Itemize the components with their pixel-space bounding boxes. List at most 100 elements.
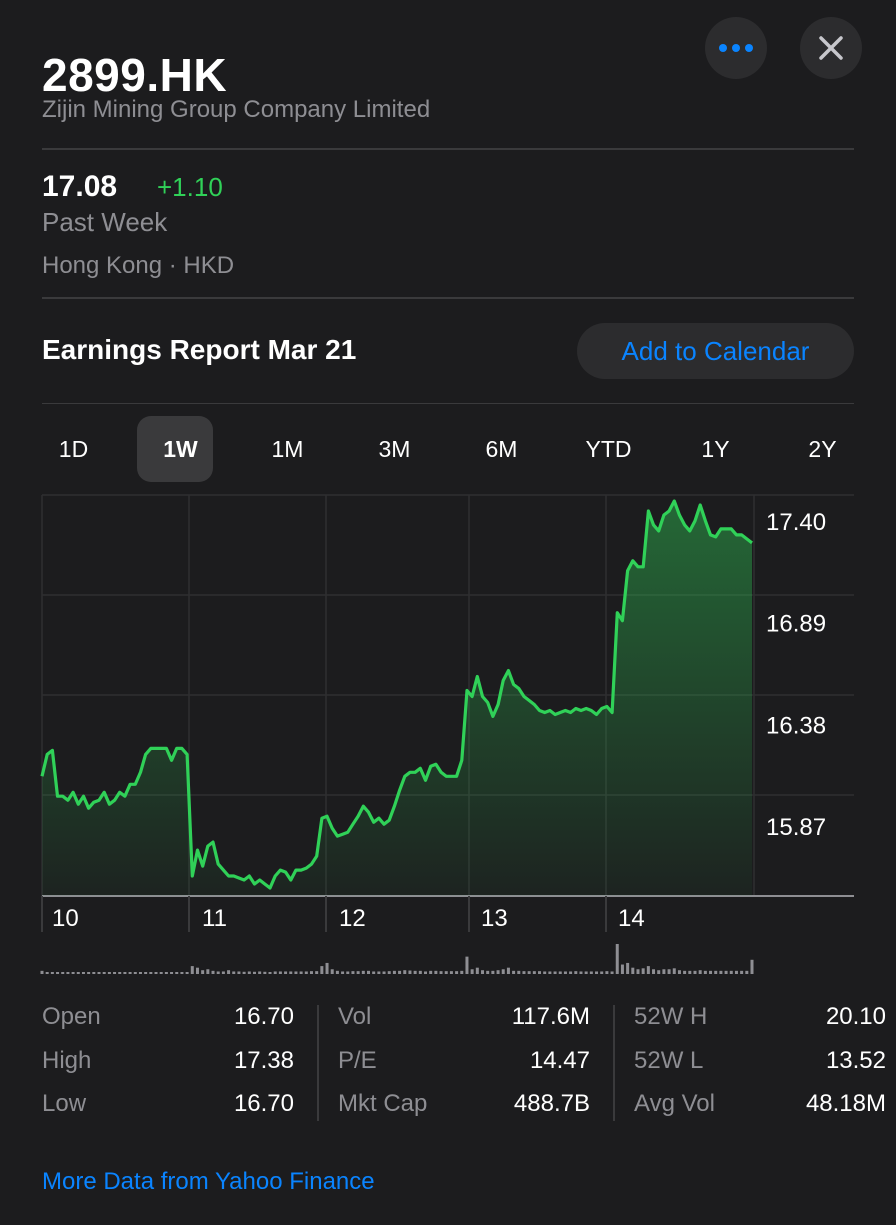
volume-bar: [589, 971, 593, 974]
volume-bar: [745, 970, 749, 974]
volume-bar: [512, 970, 516, 974]
volume-bar: [610, 971, 614, 974]
volume-bar: [579, 971, 583, 974]
volume-bar: [470, 969, 474, 974]
volume-bar: [92, 972, 96, 974]
volume-bar: [289, 971, 293, 974]
x-tick-label: 13: [481, 905, 508, 932]
volume-bar: [341, 971, 345, 974]
volume-bar: [361, 970, 365, 974]
volume-bar: [138, 972, 142, 974]
tab-3m[interactable]: 3M: [341, 416, 448, 482]
close-icon: [819, 36, 843, 60]
tab-6m[interactable]: 6M: [448, 416, 555, 482]
stat-52w-low: 52W L 13.52: [634, 1046, 886, 1074]
tab-2y[interactable]: 2Y: [769, 416, 876, 482]
volume-bar: [491, 970, 495, 974]
volume-bar: [195, 967, 199, 974]
x-tick-label: 11: [202, 905, 227, 932]
volume-bar: [97, 972, 101, 974]
volume-bar: [273, 971, 277, 974]
volume-bar: [750, 959, 754, 974]
volume-bar: [45, 972, 49, 974]
volume-bar: [595, 971, 599, 974]
x-tick-label: 10: [52, 905, 79, 932]
divider: [42, 148, 854, 150]
volume-bar: [527, 971, 531, 974]
tab-1w[interactable]: 1W: [127, 416, 234, 482]
volume-bar: [206, 969, 210, 974]
volume-bar: [439, 971, 443, 974]
volume-bar: [403, 970, 407, 974]
volume-bar: [683, 970, 687, 974]
add-to-calendar-button[interactable]: Add to Calendar: [577, 323, 854, 379]
volume-bar: [66, 972, 70, 974]
volume-bar: [309, 971, 313, 974]
volume-bar: [56, 972, 60, 974]
volume-bar: [693, 970, 697, 974]
price-area-fill: [42, 501, 752, 896]
volume-bar: [164, 972, 168, 974]
stats-column-1: Open 16.70 High 17.38 Low 16.70: [42, 1003, 294, 1134]
volume-bar: [719, 970, 723, 974]
volume-bar: [278, 971, 282, 974]
x-tick-label: 14: [618, 905, 645, 932]
volume-bar: [175, 972, 179, 974]
tab-1y[interactable]: 1Y: [662, 416, 769, 482]
volume-bar: [418, 970, 422, 974]
tab-1d[interactable]: 1D: [20, 416, 127, 482]
volume-bar: [144, 972, 148, 974]
volume-bar: [413, 970, 417, 974]
volume-bar: [724, 970, 728, 974]
volume-bar: [284, 971, 288, 974]
volume-bar: [190, 966, 194, 974]
volume-bar: [170, 972, 174, 974]
volume-bar: [247, 971, 251, 974]
tab-ytd[interactable]: YTD: [555, 416, 662, 482]
price-chart[interactable]: 17.40 16.89 16.38 15.87 10 11 12 13 14: [0, 490, 896, 980]
volume-bar: [646, 966, 650, 974]
volume-bar: [429, 970, 433, 974]
stat-high: High 17.38: [42, 1046, 294, 1074]
volume-bar: [320, 966, 324, 974]
stat-52w-high: 52W H 20.10: [634, 1003, 886, 1030]
volume-bar: [434, 970, 438, 974]
stats-separator: [317, 1005, 319, 1121]
period-label: Past Week: [42, 207, 168, 237]
volume-bar: [252, 971, 256, 974]
volume-bar: [408, 970, 412, 974]
stat-volume: Vol 117.6M: [338, 1003, 590, 1030]
stat-low: Low 16.70: [42, 1090, 294, 1117]
volume-bar: [729, 970, 733, 974]
volume-bar: [703, 970, 707, 974]
volume-bar: [657, 970, 661, 974]
volume-bar: [506, 967, 510, 974]
volume-bar: [636, 969, 640, 974]
volume-bar: [113, 972, 117, 974]
volume-bar: [740, 970, 744, 974]
volume-bar: [201, 970, 205, 974]
stat-market-cap: Mkt Cap 488.7B: [338, 1090, 590, 1117]
yahoo-finance-link[interactable]: More Data from Yahoo Finance: [42, 1168, 375, 1196]
volume-bar: [465, 956, 469, 974]
volume-bar: [501, 969, 505, 974]
price-change: +1.10: [157, 172, 223, 202]
volume-bar: [734, 970, 738, 974]
more-button[interactable]: [705, 17, 767, 79]
x-tick-label: 12: [339, 905, 366, 932]
volume-bar: [460, 970, 464, 974]
volume-bar: [615, 944, 619, 974]
volume-bar: [346, 971, 350, 974]
volume-bar: [154, 972, 158, 974]
current-price: 17.08: [42, 170, 118, 203]
volume-bar: [123, 972, 127, 974]
close-button[interactable]: [800, 17, 862, 79]
volume-bar: [584, 971, 588, 974]
volume-bar: [641, 968, 645, 974]
range-tabs: 1D 1W 1M 3M 6M YTD 1Y 2Y: [20, 416, 876, 482]
volume-bar: [620, 964, 624, 974]
volume-bar: [227, 970, 231, 974]
volume-bar: [600, 971, 604, 974]
volume-bar: [159, 972, 163, 974]
tab-1m[interactable]: 1M: [234, 416, 341, 482]
